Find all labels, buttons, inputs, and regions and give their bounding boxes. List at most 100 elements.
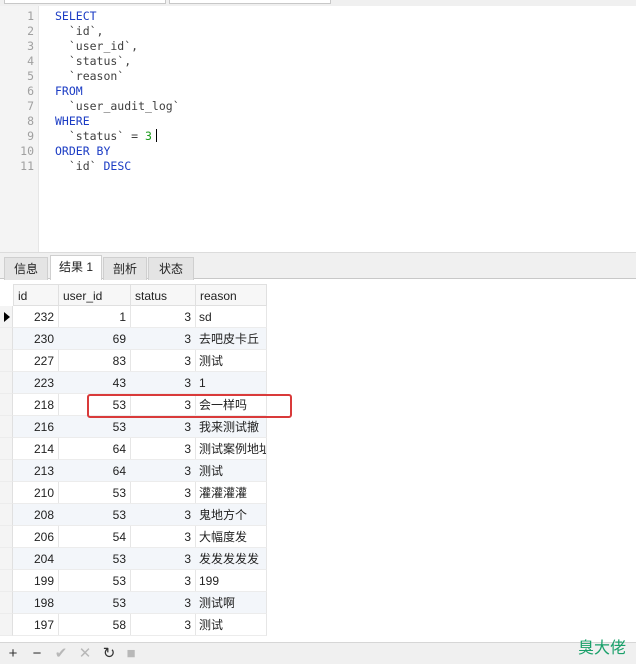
cell-id[interactable]: 230 [13,328,59,350]
sql-editor[interactable]: 1 SELECT 2 `id`, 3 `user_id`, 4 `status`, 5 `… [0,6,636,252]
apply-changes-button[interactable]: ✔ [52,645,70,663]
cell-reason[interactable]: 去吧皮卡丘 [195,328,267,350]
code-line[interactable]: 4 `status`, [0,54,636,69]
table-row[interactable]: 227 83 3 测试 [0,350,267,372]
cell-reason[interactable]: 测试 [195,460,267,482]
table-row[interactable]: 199 53 3 199 [0,570,267,592]
table-row[interactable]: 206 54 3 大幅度发 [0,526,267,548]
cell-status[interactable]: 3 [130,416,196,438]
cell-id[interactable]: 227 [13,350,59,372]
cell-status[interactable]: 3 [130,306,196,328]
row-selector[interactable] [0,548,13,570]
cell-reason[interactable]: sd [195,306,267,328]
cell-user-id[interactable]: 53 [58,570,131,592]
cell-status[interactable]: 3 [130,504,196,526]
table-row[interactable]: 230 69 3 去吧皮卡丘 [0,328,267,350]
row-selector[interactable] [0,526,13,548]
cell-user-id[interactable]: 53 [58,548,131,570]
cell-status[interactable]: 3 [130,614,196,636]
stop-button[interactable]: ■ [122,645,140,663]
cell-reason[interactable]: 鬼地方个 [195,504,267,526]
cell-status[interactable]: 3 [130,350,196,372]
tab-profile[interactable]: 剖析 [103,257,147,280]
cell-reason[interactable]: 1 [195,372,267,394]
table-row[interactable]: 197 58 3 测试 [0,614,267,636]
cell-status[interactable]: 3 [130,548,196,570]
cell-user-id[interactable]: 53 [58,504,131,526]
row-selector[interactable] [0,372,13,394]
cell-id[interactable]: 198 [13,592,59,614]
cell-id[interactable]: 214 [13,438,59,460]
cell-user-id[interactable]: 43 [58,372,131,394]
row-selector[interactable] [0,438,13,460]
cell-user-id[interactable]: 1 [58,306,131,328]
cell-id[interactable]: 210 [13,482,59,504]
row-selector[interactable] [0,460,13,482]
table-row[interactable]: 232 1 3 sd [0,306,267,328]
cell-user-id[interactable]: 69 [58,328,131,350]
cell-id[interactable]: 208 [13,504,59,526]
cell-reason[interactable]: 我来测试撤 [195,416,267,438]
cell-user-id[interactable]: 53 [58,482,131,504]
code-line[interactable]: 7 `user_audit_log` [0,99,636,114]
table-row[interactable]: 223 43 3 1 [0,372,267,394]
row-selector[interactable] [0,504,13,526]
row-selector[interactable] [0,416,13,438]
column-header-reason[interactable]: reason [195,284,267,306]
cell-reason[interactable]: 199 [195,570,267,592]
table-row[interactable]: 214 64 3 测试案例地址 [0,438,267,460]
cell-reason[interactable]: 发发发发发 [195,548,267,570]
row-selector[interactable] [0,394,13,416]
cell-reason[interactable]: 大幅度发 [195,526,267,548]
cell-status[interactable]: 3 [130,482,196,504]
cell-reason[interactable]: 测试 [195,350,267,372]
row-selector[interactable] [0,328,13,350]
code-line[interactable]: 3 `user_id`, [0,39,636,54]
row-selector[interactable] [0,592,13,614]
cell-status[interactable]: 3 [130,592,196,614]
cell-id[interactable]: 232 [13,306,59,328]
code-line[interactable]: 1 SELECT [0,9,636,24]
row-selector[interactable] [0,614,13,636]
top-field-1[interactable] [4,0,166,4]
cell-id[interactable]: 206 [13,526,59,548]
code-line[interactable]: 9 `status` = 3 [0,129,636,144]
cell-status[interactable]: 3 [130,372,196,394]
tab-result-1[interactable]: 结果 1 [50,255,102,280]
code-line[interactable]: 5 `reason` [0,69,636,84]
code-line[interactable]: 11 `id` DESC [0,159,636,174]
cell-status[interactable]: 3 [130,570,196,592]
discard-changes-button[interactable]: ✕ [76,645,94,663]
table-row[interactable]: 210 53 3 灌灌灌灌 [0,482,267,504]
cell-id[interactable]: 223 [13,372,59,394]
code-line[interactable]: 10 ORDER BY [0,144,636,159]
tab-status[interactable]: 状态 [148,257,194,280]
table-row[interactable]: 204 53 3 发发发发发 [0,548,267,570]
cell-user-id[interactable]: 83 [58,350,131,372]
code-line[interactable]: 8 WHERE [0,114,636,129]
cell-status[interactable]: 3 [130,526,196,548]
cell-reason[interactable]: 测试啊 [195,592,267,614]
table-row[interactable]: 213 64 3 测试 [0,460,267,482]
top-field-2[interactable] [169,0,331,4]
row-selector[interactable] [0,570,13,592]
row-selector[interactable] [0,350,13,372]
cell-user-id[interactable]: 64 [58,438,131,460]
column-header-user-id[interactable]: user_id [58,284,131,306]
column-header-status[interactable]: status [130,284,196,306]
cell-user-id[interactable]: 54 [58,526,131,548]
cell-reason[interactable]: 灌灌灌灌 [195,482,267,504]
cell-status[interactable]: 3 [130,328,196,350]
code-line[interactable]: 2 `id`, [0,24,636,39]
cell-reason[interactable]: 测试案例地址 [195,438,267,460]
row-selector[interactable] [0,482,13,504]
cell-user-id[interactable]: 64 [58,460,131,482]
column-header-id[interactable]: id [13,284,59,306]
cell-user-id[interactable]: 53 [58,592,131,614]
cell-status[interactable]: 3 [130,438,196,460]
cell-user-id[interactable]: 53 [58,416,131,438]
refresh-button[interactable]: ↻ [100,645,118,663]
row-selector[interactable] [0,306,13,328]
cell-id[interactable]: 199 [13,570,59,592]
cell-id[interactable]: 216 [13,416,59,438]
